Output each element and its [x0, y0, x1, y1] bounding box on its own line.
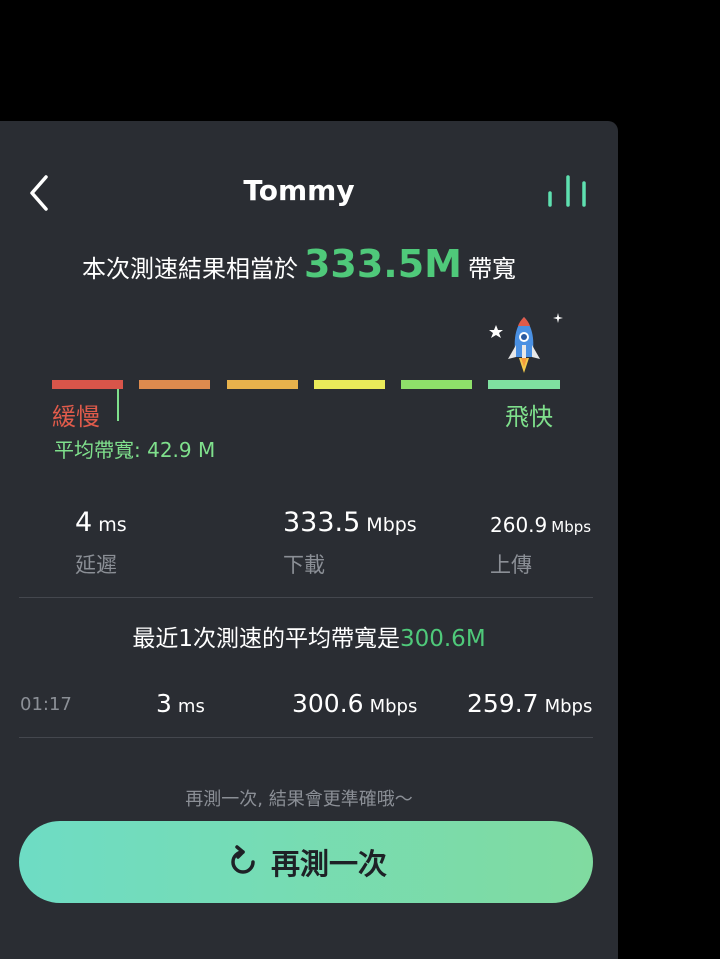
history-button[interactable] — [543, 171, 591, 211]
row-download-unit: Mbps — [369, 696, 418, 717]
retest-button[interactable]: 再測一次 — [19, 821, 593, 903]
row-upload-unit: Mbps — [544, 696, 593, 717]
recent-average-value: 300.6M — [399, 626, 486, 652]
meter-segment-2 — [139, 380, 210, 389]
upload-value: 260.9 Mbps — [490, 513, 591, 537]
download-label: 下載 — [283, 553, 325, 577]
history-download: 300.6 Mbps — [292, 689, 417, 718]
download-value: 333.5 Mbps — [283, 507, 417, 538]
recent-average: 最近1次測速的平均帶寬是300.6M — [0, 619, 618, 653]
upload-label: 上傳 — [490, 553, 532, 577]
latency-unit: ms — [98, 514, 127, 536]
divider — [19, 597, 593, 598]
result-suffix: 帶寬 — [468, 255, 516, 283]
history-time: 01:17 — [20, 694, 72, 715]
history-upload: 259.7 Mbps — [467, 689, 592, 718]
meter-segment-6 — [488, 380, 560, 389]
row-latency: 3 — [156, 689, 172, 718]
speedtest-panel: Tommy 本次測速結果相當於 333.5M 帶寬 緩慢 飛快 平均帶寬: 42… — [0, 121, 618, 959]
row-upload: 259.7 — [467, 689, 539, 718]
download-number: 333.5 — [283, 507, 361, 538]
meter-segment-4 — [314, 380, 385, 389]
row-time: 01:17 — [20, 694, 72, 715]
result-bandwidth: 333.5M — [303, 242, 462, 286]
upload-number: 260.9 — [490, 513, 548, 537]
result-prefix: 本次測速結果相當於 — [81, 255, 298, 283]
rocket-icon — [486, 311, 566, 379]
average-bandwidth-label: 平均帶寬: 42.9 M — [54, 438, 216, 462]
divider — [19, 737, 593, 738]
upload-unit: Mbps — [551, 518, 592, 536]
page-title: Tommy — [243, 174, 355, 207]
meter-segment-3 — [227, 380, 298, 389]
refresh-icon — [231, 845, 255, 874]
row-latency-unit: ms — [177, 696, 205, 717]
meter-segment-5 — [401, 380, 472, 389]
history-latency: 3 ms — [156, 689, 205, 718]
retest-label: 再測一次 — [270, 847, 387, 881]
result-headline: 本次測速結果相當於 333.5M 帶寬 — [0, 239, 598, 294]
retest-hint: 再測一次, 結果會更準確哦～ — [185, 789, 413, 810]
row-download: 300.6 — [292, 689, 364, 718]
slow-label: 緩慢 — [52, 403, 100, 431]
download-unit: Mbps — [366, 514, 417, 536]
fast-label: 飛快 — [505, 403, 553, 431]
recent-prefix: 最近1次測速的平均帶寬是 — [132, 626, 400, 652]
meter-segment-1 — [52, 380, 123, 389]
average-marker — [117, 389, 119, 421]
latency-label: 延遲 — [75, 553, 117, 577]
latency-value: 4 ms — [75, 507, 127, 538]
latency-number: 4 — [75, 507, 93, 538]
bar-chart-icon — [548, 175, 586, 207]
